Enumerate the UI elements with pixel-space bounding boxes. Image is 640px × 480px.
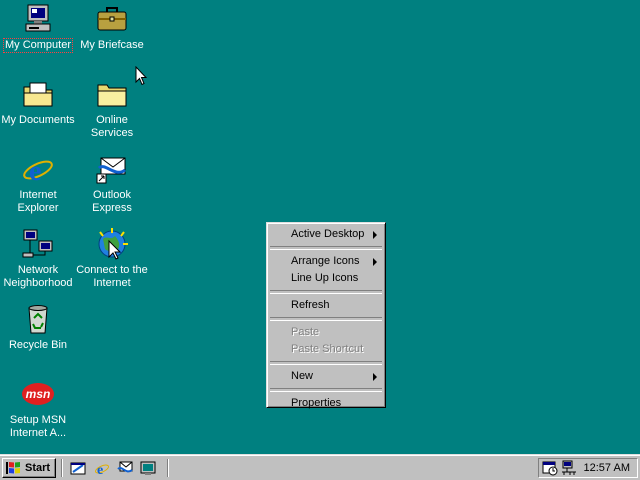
menu-item-label: Paste Shortcut <box>291 343 364 355</box>
desktop-context-menu: Active Desktop Arrange Icons Line Up Ico… <box>266 222 386 409</box>
menu-separator <box>270 317 382 321</box>
menu-item-label: Arrange Icons <box>291 255 360 267</box>
internet-explorer-quicklaunch-icon[interactable]: e <box>94 460 110 476</box>
start-label: Start <box>25 462 51 474</box>
desktop-icon-recycle-bin[interactable]: Recycle Bin <box>0 302 76 352</box>
submenu-arrow-icon <box>373 373 377 381</box>
svg-text:e: e <box>29 156 41 186</box>
desktop[interactable]: My Computer My Briefcase My Documents On… <box>0 0 640 454</box>
taskbar-divider <box>167 459 169 477</box>
desktop-icon-my-computer[interactable]: My Computer <box>0 2 76 53</box>
icon-label: My Documents <box>1 114 75 126</box>
icon-label: Internet Explorer <box>17 189 59 214</box>
icon-label: Network Neighborhood <box>3 264 73 289</box>
desktop-icon-setup-msn[interactable]: msn Setup MSN Internet A... <box>0 377 76 440</box>
outlook-express-quicklaunch-icon[interactable] <box>117 460 133 476</box>
menu-item-label: Active Desktop <box>291 228 365 240</box>
mouse-pointer-icon <box>135 66 147 86</box>
computer-icon <box>25 4 51 32</box>
desktop-icon-connect-to-internet[interactable]: Connect to the Internet <box>74 227 150 290</box>
windows-logo-icon <box>6 462 20 474</box>
menu-item-active-desktop[interactable]: Active Desktop <box>269 226 383 243</box>
svg-text:msn: msn <box>26 387 51 401</box>
briefcase-icon <box>97 7 127 31</box>
menu-item-paste: Paste <box>269 324 383 341</box>
desktop-icon-outlook-express[interactable]: Outlook Express <box>74 152 150 215</box>
internet-explorer-icon: e <box>23 156 53 186</box>
taskbar: Start e 12:57 AM <box>0 454 640 480</box>
desktop-icon-online-services[interactable]: Online Services <box>74 77 150 140</box>
menu-item-refresh[interactable]: Refresh <box>269 297 383 314</box>
start-button[interactable]: Start <box>2 458 56 478</box>
submenu-arrow-icon <box>373 231 377 239</box>
show-desktop-icon[interactable] <box>70 460 86 476</box>
taskbar-clock[interactable]: 12:57 AM <box>584 461 630 475</box>
menu-item-label: Paste <box>291 326 320 338</box>
menu-separator <box>270 290 382 294</box>
desktop-icon-my-documents[interactable]: My Documents <box>0 77 76 127</box>
folder-icon <box>97 84 127 107</box>
system-tray: 12:57 AM <box>538 458 638 478</box>
menu-separator <box>270 388 382 392</box>
menu-item-new[interactable]: New <box>269 368 383 385</box>
desktop-icon-my-briefcase[interactable]: My Briefcase <box>74 2 150 52</box>
menu-item-label: Line Up Icons <box>291 272 359 284</box>
menu-item-arrange-icons[interactable]: Arrange Icons <box>269 253 383 270</box>
menu-item-label: Refresh <box>291 299 330 311</box>
icon-label: Connect to the Internet <box>76 264 148 289</box>
menu-item-label: New <box>291 370 314 382</box>
menu-item-label: Properties <box>291 397 342 409</box>
network-icon <box>22 229 53 258</box>
desktop-icon-network-neighborhood[interactable]: Network Neighborhood <box>0 227 76 290</box>
submenu-arrow-icon <box>373 258 377 266</box>
taskbar-divider <box>61 459 63 477</box>
icon-label: My Briefcase <box>80 39 144 51</box>
menu-separator <box>270 361 382 365</box>
svg-text:e: e <box>97 463 103 476</box>
desktop-icon-internet-explorer[interactable]: e Internet Explorer <box>0 152 76 215</box>
icon-label: My Computer <box>2 38 74 53</box>
network-connection-tray-icon[interactable] <box>561 460 577 476</box>
menu-item-properties[interactable]: Properties <box>269 395 383 412</box>
view-channels-icon[interactable] <box>140 460 156 476</box>
icon-label: Recycle Bin <box>8 339 68 351</box>
icon-label: Online Services <box>90 114 134 139</box>
menu-item-line-up-icons[interactable]: Line Up Icons <box>269 270 383 287</box>
documents-folder-icon <box>23 82 53 107</box>
icon-label: Setup MSN Internet A... <box>9 414 67 439</box>
menu-separator <box>270 246 382 250</box>
connection-wizard-icon <box>98 228 128 260</box>
outlook-express-icon <box>96 157 126 184</box>
icon-label: Outlook Express <box>92 189 132 214</box>
scheduler-tray-icon[interactable] <box>542 460 558 476</box>
msn-logo-icon: msn <box>22 383 54 405</box>
recycle-bin-icon <box>28 305 48 334</box>
menu-item-paste-shortcut: Paste Shortcut <box>269 341 383 358</box>
